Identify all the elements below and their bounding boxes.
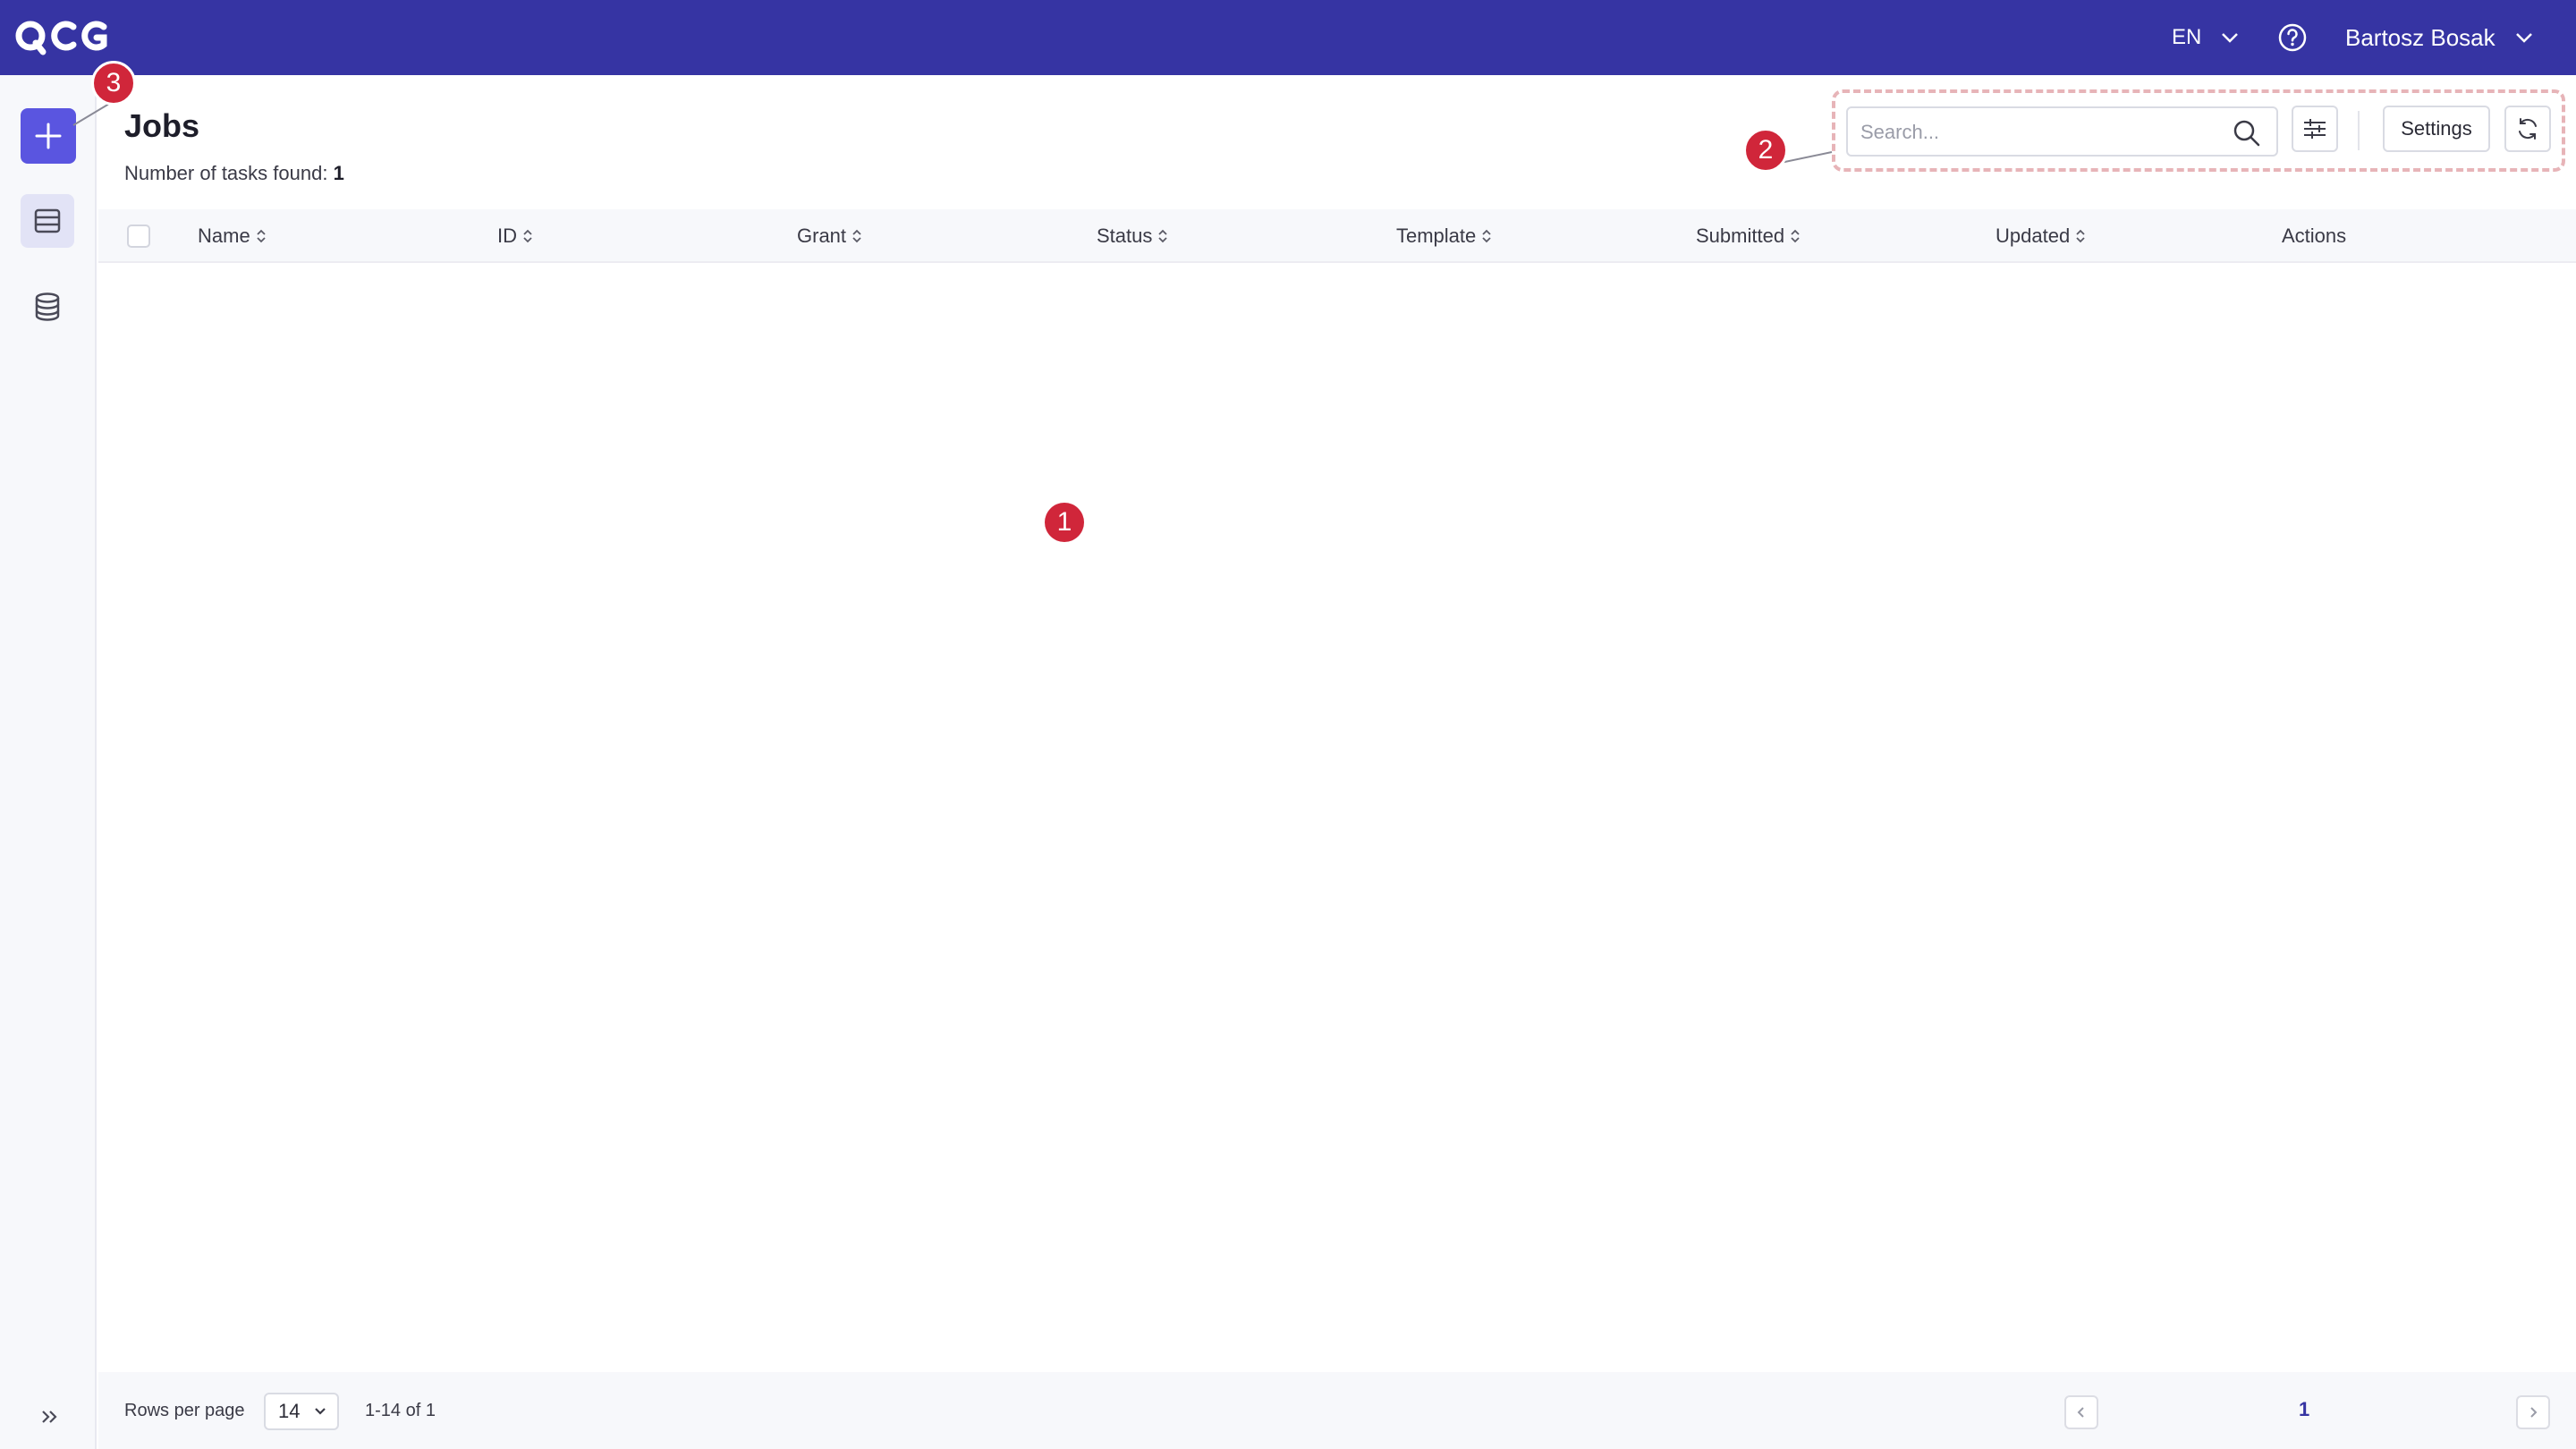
add-job-button[interactable] — [21, 108, 76, 164]
previous-page-button[interactable] — [2064, 1395, 2098, 1429]
task-count: Number of tasks found: 1 — [124, 162, 344, 185]
table-body — [98, 263, 2576, 1372]
column-header-submitted[interactable]: Submitted — [1696, 224, 1801, 249]
annotation-badge-2: 2 — [1743, 128, 1788, 173]
filter-button[interactable] — [2292, 106, 2338, 152]
top-bar: EN Bartosz Bosak — [0, 0, 2576, 75]
chevron-left-icon — [2077, 1407, 2084, 1418]
pagination-range: 1-14 of 1 — [365, 1401, 436, 1420]
sidebar — [0, 75, 97, 1449]
page-title: Jobs — [124, 107, 200, 144]
column-header-actions: Actions — [2282, 224, 2346, 249]
rows-per-page-select[interactable]: 14 — [264, 1393, 339, 1430]
plus-icon — [35, 123, 62, 149]
chevron-down-icon — [2222, 33, 2239, 43]
column-header-label: Submitted — [1696, 225, 1785, 247]
current-page-number[interactable]: 1 — [2299, 1398, 2309, 1421]
column-header-name[interactable]: Name — [198, 224, 267, 249]
task-count-label: Number of tasks found: — [124, 162, 328, 184]
help-icon[interactable] — [2277, 22, 2308, 53]
next-page-button[interactable] — [2516, 1395, 2550, 1429]
annotation-badge-1: 1 — [1045, 503, 1084, 542]
user-menu[interactable]: Bartosz Bosak — [2345, 21, 2533, 54]
table-footer — [98, 1372, 2576, 1449]
annotation-badge-3: 3 — [91, 61, 136, 106]
settings-button[interactable]: Settings — [2383, 106, 2490, 152]
search-input[interactable] — [1860, 119, 2218, 146]
user-name: Bartosz Bosak — [2345, 23, 2496, 51]
toolbar-divider — [2358, 111, 2360, 150]
sort-icon — [2076, 229, 2085, 243]
select-all-checkbox[interactable] — [127, 225, 150, 248]
sidebar-item-jobs[interactable] — [21, 194, 74, 248]
sort-icon — [852, 229, 861, 243]
column-header-grant[interactable]: Grant — [797, 224, 862, 249]
refresh-button[interactable] — [2504, 106, 2551, 152]
sort-icon — [1791, 229, 1800, 243]
search-box[interactable] — [1846, 106, 2278, 157]
database-icon — [35, 292, 60, 321]
sidebar-item-resources[interactable] — [21, 280, 74, 334]
table-icon — [34, 208, 61, 233]
task-count-value: 1 — [333, 162, 344, 184]
column-header-label: Actions — [2282, 225, 2347, 247]
sort-icon — [257, 229, 266, 243]
sort-icon — [1482, 229, 1491, 243]
chevron-right-icon — [2530, 1407, 2538, 1418]
column-header-label: Updated — [1996, 225, 2071, 247]
language-selector[interactable]: EN — [2172, 21, 2239, 54]
qcg-logo[interactable] — [14, 18, 113, 57]
column-header-label: Grant — [797, 225, 847, 247]
column-header-label: Name — [198, 225, 250, 247]
column-header-template[interactable]: Template — [1396, 224, 1492, 249]
double-chevron-right-icon — [42, 1411, 57, 1423]
column-header-status[interactable]: Status — [1097, 224, 1168, 249]
sliders-icon — [2304, 119, 2326, 139]
column-header-label: Status — [1097, 225, 1153, 247]
chevron-down-icon — [315, 1408, 326, 1415]
search-icon[interactable] — [2231, 117, 2263, 149]
refresh-icon — [2519, 118, 2537, 140]
rows-per-page-value: 14 — [278, 1400, 301, 1422]
column-header-label: ID — [497, 225, 517, 247]
rows-per-page-label: Rows per page — [124, 1401, 245, 1420]
chevron-down-icon — [2515, 33, 2532, 43]
column-header-id[interactable]: ID — [497, 224, 533, 249]
sort-icon — [1158, 229, 1168, 243]
column-header-updated[interactable]: Updated — [1996, 224, 2086, 249]
table-header — [98, 209, 2576, 263]
sort-icon — [523, 229, 532, 243]
language-label: EN — [2172, 25, 2202, 49]
expand-sidebar-button[interactable] — [36, 1402, 64, 1431]
column-header-label: Template — [1396, 225, 1477, 247]
